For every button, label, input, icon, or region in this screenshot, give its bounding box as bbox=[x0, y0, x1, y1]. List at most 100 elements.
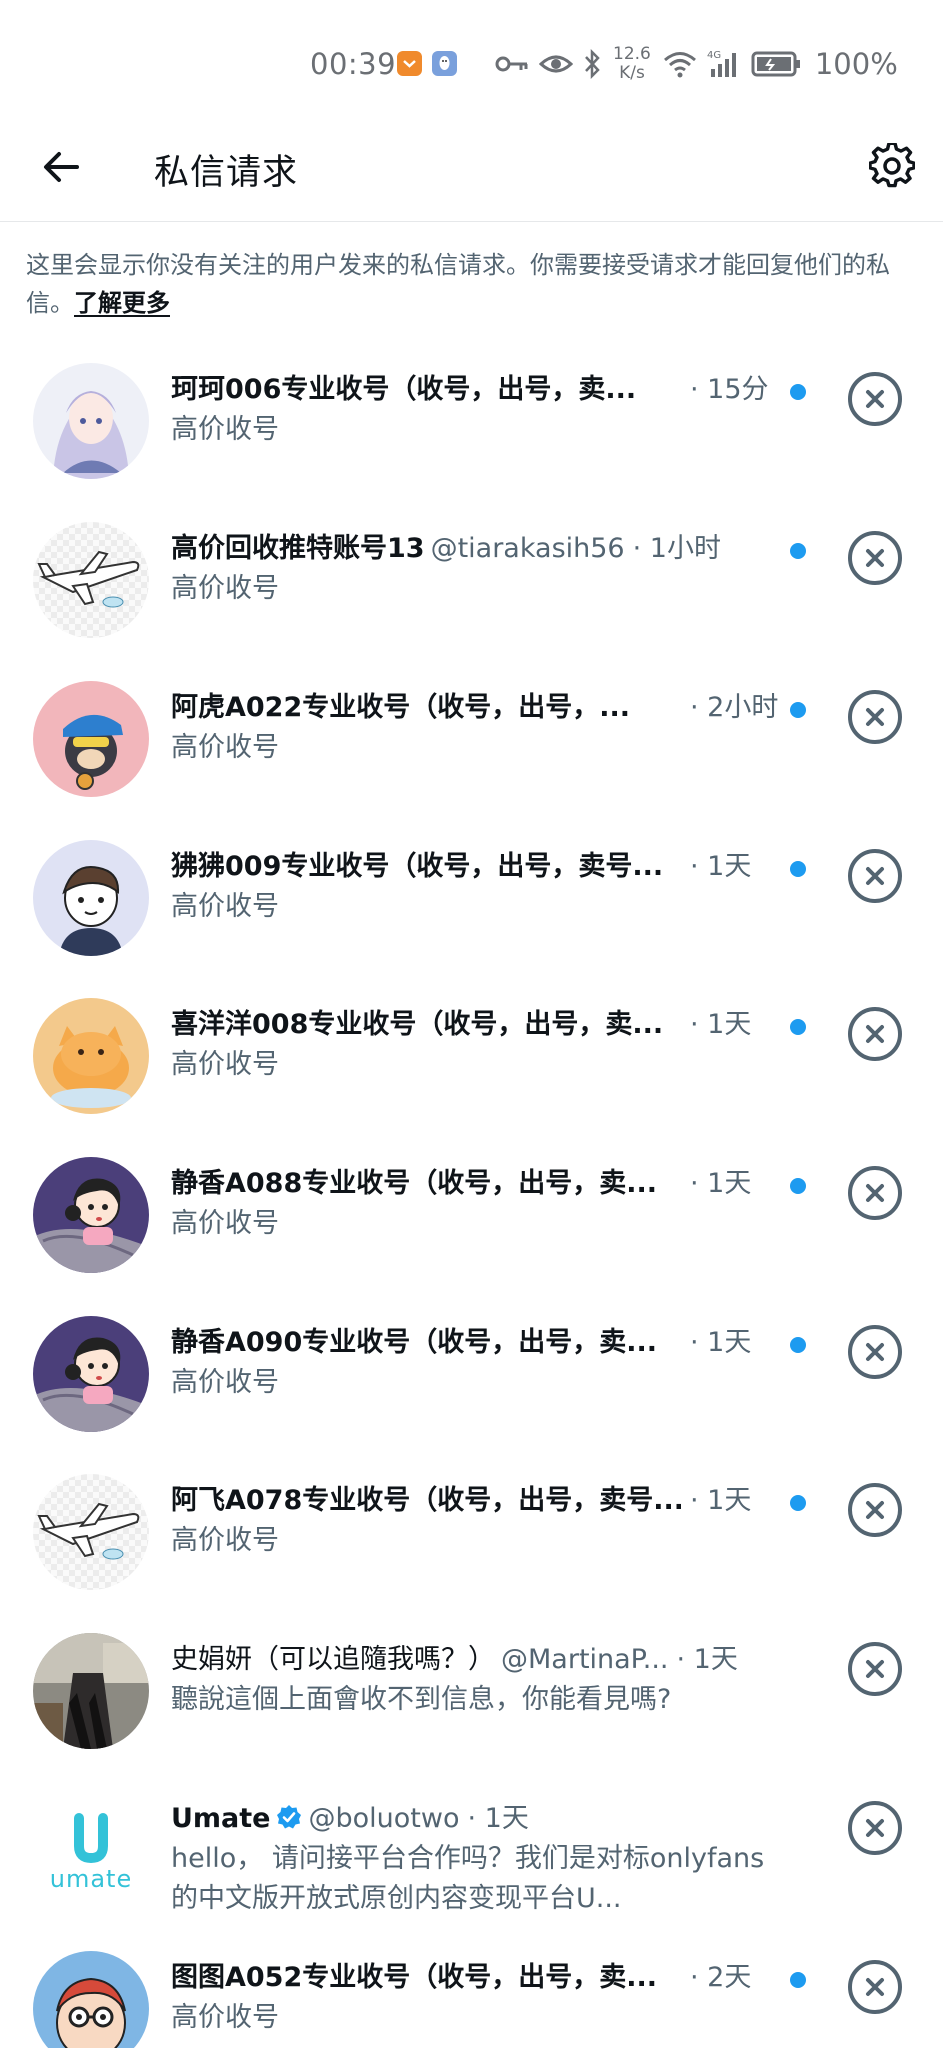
request-row[interactable]: 静香A090专业收号（收号，出号，卖... · 1天 高价收号 bbox=[0, 1271, 943, 1432]
request-row[interactable]: 喜洋洋008专业收号（收号，出号，卖... · 1天 高价收号 bbox=[0, 953, 943, 1114]
close-icon bbox=[866, 549, 884, 567]
dismiss-request-button[interactable] bbox=[848, 1483, 902, 1537]
eye-icon bbox=[539, 52, 573, 76]
request-row[interactable]: 阿虎A022专业收号（收号，出号，... · 2小时 高价收号 bbox=[0, 636, 943, 797]
arrow-left-icon bbox=[44, 152, 79, 182]
header: 私信请求 bbox=[0, 120, 943, 222]
close-icon bbox=[866, 1660, 884, 1678]
cat-avatar[interactable] bbox=[33, 998, 149, 1114]
sender-name: 喜洋洋008专业收号（收号，出号，卖... bbox=[171, 1009, 664, 1040]
dismiss-request-button[interactable] bbox=[848, 1325, 902, 1379]
timestamp: · 2天 bbox=[690, 1962, 752, 1993]
wifi-icon bbox=[663, 50, 697, 78]
battery-percent: 100% bbox=[814, 47, 898, 81]
monkey-avatar[interactable] bbox=[33, 681, 149, 797]
message-preview: 高价收号 bbox=[171, 732, 279, 763]
unread-indicator bbox=[790, 1019, 806, 1035]
request-row[interactable]: umate Umate @boluotwo · 1天 hello， 请问接平台合作吗？我… bbox=[0, 1747, 943, 1914]
sender-name: 图图A052专业收号（收号，出号，卖... bbox=[171, 1962, 658, 1993]
close-icon bbox=[866, 1978, 884, 1996]
close-icon bbox=[866, 390, 884, 408]
request-row[interactable]: 阿飞A078专业收号（收号，出号，卖号... · 1天 高价收号 bbox=[0, 1429, 943, 1590]
qq-icon bbox=[432, 51, 457, 76]
request-row[interactable]: 静香A088专业收号（收号，出号，卖... · 1天 高价收号 bbox=[0, 1112, 943, 1273]
dismiss-request-button[interactable] bbox=[848, 1007, 902, 1061]
sender-line: 喜洋洋008专业收号（收号，出号，卖... bbox=[171, 1005, 681, 1045]
request-row[interactable]: 狒狒009专业收号（收号，出号，卖号... · 1天 高价收号 bbox=[0, 795, 943, 956]
message-preview: 高价收号 bbox=[171, 414, 279, 445]
network-type-text: 4G bbox=[707, 50, 721, 61]
shizuka-avatar[interactable] bbox=[33, 1157, 149, 1273]
close-icon bbox=[866, 1184, 884, 1202]
request-row[interactable]: 高价回收推特账号13 @tiarakasih56 · 1小时高价收号 bbox=[0, 477, 943, 638]
dismiss-request-button[interactable] bbox=[848, 1960, 902, 2014]
timestamp: · 1天 bbox=[690, 1327, 752, 1358]
dismiss-request-button[interactable] bbox=[848, 1801, 902, 1855]
bluetooth-icon bbox=[583, 49, 601, 79]
cartoon-glasses-avatar[interactable] bbox=[33, 1951, 149, 2048]
message-preview: 高价收号 bbox=[171, 1208, 279, 1239]
sender-handle: @tiarakasih56 bbox=[430, 533, 625, 564]
timestamp: · 1天 bbox=[690, 1009, 752, 1040]
sender-line: 静香A090专业收号（收号，出号，卖... bbox=[171, 1323, 681, 1363]
dismiss-request-button[interactable] bbox=[848, 690, 902, 744]
sender-name: 高价回收推特账号13 bbox=[171, 533, 425, 564]
unread-indicator bbox=[790, 1495, 806, 1511]
battery-icon bbox=[751, 50, 801, 78]
airplane-avatar[interactable] bbox=[33, 522, 149, 638]
sender-line: 阿飞A078专业收号（收号，出号，卖号... bbox=[171, 1481, 681, 1521]
boy-avatar[interactable] bbox=[33, 840, 149, 956]
request-row[interactable]: 珂珂006专业收号（收号，出号，卖... · 15分 高价收号 bbox=[0, 318, 943, 479]
request-row[interactable]: 史娟妍（可以追隨我嗎？） @MartinaP... · 1天聽說這個上面會收不到信息… bbox=[0, 1588, 943, 1749]
sender-line: 史娟妍（可以追隨我嗎？） @MartinaP... · 1天 bbox=[171, 1640, 771, 1680]
shizuka-avatar[interactable] bbox=[33, 1316, 149, 1432]
photo-avatar[interactable] bbox=[33, 1633, 149, 1749]
timestamp: · 1天 bbox=[467, 1803, 529, 1834]
message-preview: 聽說這個上面會收不到信息，你能看見嗎? bbox=[171, 1684, 672, 1715]
network-speed-unit: K/s bbox=[619, 63, 645, 83]
timestamp: · 1小时 bbox=[632, 533, 721, 564]
airplane-avatar[interactable] bbox=[33, 1474, 149, 1590]
request-row[interactable]: 图图A052专业收号（收号，出号，卖... · 2天高价收号 bbox=[0, 1906, 943, 2048]
message-preview: 高价收号 bbox=[171, 1525, 279, 1556]
close-icon bbox=[866, 708, 884, 726]
unread-indicator bbox=[790, 702, 806, 718]
back-button[interactable] bbox=[36, 142, 86, 192]
verified-badge bbox=[271, 1803, 303, 1834]
info-notice: 这里会显示你没有关注的用户发来的私信请求。你需要接受请求才能回复他们的私信。了解… bbox=[26, 246, 916, 322]
unread-indicator bbox=[790, 543, 806, 559]
gear-icon bbox=[869, 143, 915, 188]
dismiss-request-button[interactable] bbox=[848, 849, 902, 903]
sender-name: 静香A090专业收号（收号，出号，卖... bbox=[171, 1327, 658, 1358]
network-speed: 12.6 K/s bbox=[613, 45, 651, 83]
status-bar: 00:39 12.6 K/s 4G 100% bbox=[0, 0, 943, 120]
sender-line: 狒狒009专业收号（收号，出号，卖号... bbox=[171, 847, 681, 887]
message-preview: 高价收号 bbox=[171, 891, 279, 922]
sender-name: Umate bbox=[171, 1803, 271, 1834]
learn-more-link[interactable]: 了解更多 bbox=[74, 289, 170, 317]
page-title: 私信请求 bbox=[154, 153, 299, 193]
dismiss-request-button[interactable] bbox=[848, 531, 902, 585]
umate-logo-avatar[interactable]: umate bbox=[33, 1792, 149, 1908]
status-icons: 12.6 K/s 4G 100% bbox=[495, 44, 898, 84]
dismiss-request-button[interactable] bbox=[848, 1642, 902, 1696]
message-preview: 高价收号 bbox=[171, 573, 279, 604]
timestamp: · 15分 bbox=[690, 374, 769, 405]
notification-app-icon bbox=[397, 51, 422, 76]
sender-name: 阿飞A078专业收号（收号，出号，卖号... bbox=[171, 1485, 681, 1516]
message-preview: 高价收号 bbox=[171, 2002, 279, 2033]
timestamp: · 1天 bbox=[690, 1168, 752, 1199]
timestamp: · 1天 bbox=[676, 1644, 738, 1675]
settings-button[interactable] bbox=[864, 138, 920, 194]
unread-indicator bbox=[790, 861, 806, 877]
dismiss-request-button[interactable] bbox=[848, 1166, 902, 1220]
unread-indicator bbox=[790, 1337, 806, 1353]
dismiss-request-button[interactable] bbox=[848, 372, 902, 426]
key-icon bbox=[495, 54, 529, 74]
sender-line: 阿虎A022专业收号（收号，出号，... bbox=[171, 688, 681, 728]
cellular-signal-icon: 4G bbox=[707, 49, 741, 79]
sender-line: 高价回收推特账号13 @tiarakasih56 · 1小时 bbox=[171, 529, 771, 569]
anime-girl-avatar[interactable] bbox=[33, 363, 149, 479]
close-icon bbox=[866, 1501, 884, 1519]
close-icon bbox=[866, 1025, 884, 1043]
